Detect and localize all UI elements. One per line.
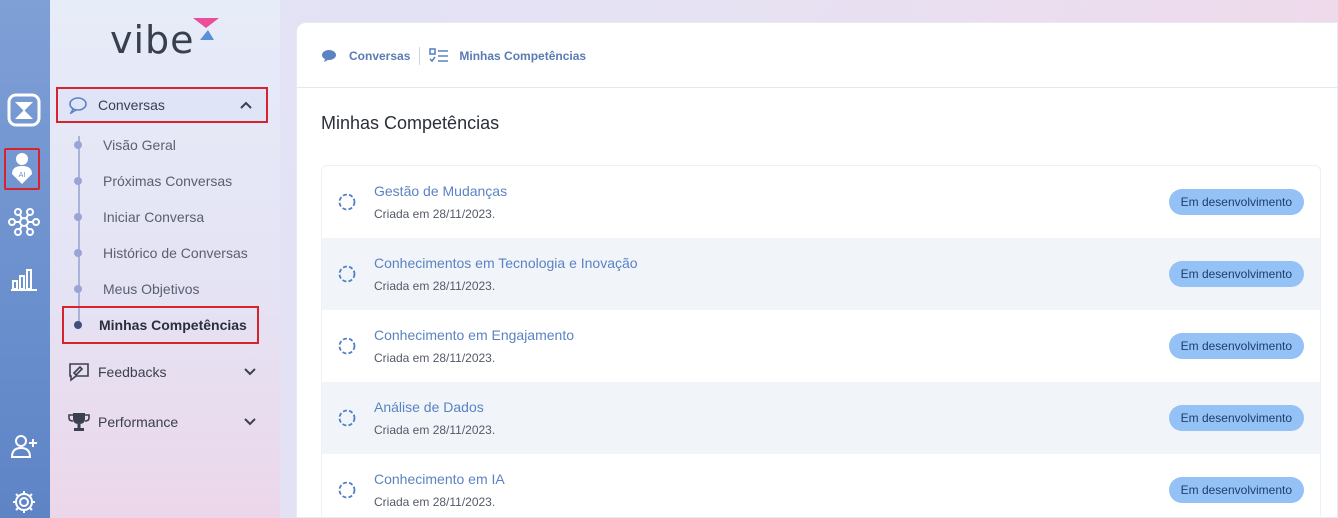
nav-group-feedbacks[interactable]: Feedbacks — [58, 354, 270, 390]
ai-profile-icon[interactable]: AI — [4, 148, 40, 190]
ai-badge-text: AI — [19, 171, 26, 179]
sidebar: vibe Conversas Visão Geral Próximas Conv… — [50, 0, 280, 518]
sidebar-item-meus-objetivos[interactable]: Meus Objetivos — [70, 274, 270, 304]
breadcrumb-label: Conversas — [349, 49, 411, 63]
competency-title[interactable]: Conhecimento em IA — [374, 471, 1169, 487]
nav-group-label: Feedbacks — [98, 364, 167, 380]
competency-date: Criada em 28/11/2023. — [374, 351, 496, 365]
competency-date: Criada em 28/11/2023. — [374, 423, 496, 437]
icon-rail: AI — [0, 0, 50, 518]
sidebar-item-label: Meus Objetivos — [103, 281, 200, 297]
competency-list: Gestão de Mudanças Criada em 28/11/2023.… — [321, 165, 1321, 518]
breadcrumb: Conversas Minhas Competências — [321, 45, 586, 67]
vibe-app-icon[interactable] — [6, 92, 42, 128]
network-icon[interactable] — [6, 204, 42, 240]
sidebar-item-label: Histórico de Conversas — [103, 245, 248, 261]
breadcrumb-minhas-competencias[interactable]: Minhas Competências — [429, 48, 586, 64]
competency-title[interactable]: Conhecimento em Engajamento — [374, 327, 1169, 343]
bullet-dot — [74, 141, 82, 149]
sidebar-item-proximas-conversas[interactable]: Próximas Conversas — [70, 166, 270, 196]
add-user-icon[interactable] — [6, 428, 42, 464]
gear-icon[interactable] — [6, 484, 42, 518]
page-title: Minhas Competências — [321, 113, 500, 133]
trophy-icon — [68, 412, 90, 432]
breadcrumb-separator — [419, 47, 421, 65]
sidebar-item-historico-conversas[interactable]: Histórico de Conversas — [70, 238, 270, 268]
nav-group-conversas[interactable]: Conversas — [56, 87, 268, 123]
nav-group-label: Performance — [98, 414, 179, 430]
in-progress-icon — [338, 337, 358, 355]
checklist-icon — [429, 48, 449, 63]
main-content: Conversas Minhas Competências Minhas Com… — [296, 22, 1338, 518]
chat-bubble-icon — [322, 50, 336, 62]
in-progress-icon — [338, 193, 358, 211]
nav-group-label: Conversas — [98, 97, 165, 113]
list-item[interactable]: Gestão de Mudanças Criada em 28/11/2023.… — [322, 166, 1320, 238]
status-badge: Em desenvolvimento — [1168, 189, 1304, 215]
breadcrumb-conversas[interactable]: Conversas — [321, 49, 410, 63]
status-badge: Em desenvolvimento — [1168, 261, 1304, 287]
sidebar-item-label: Minhas Competências — [99, 317, 247, 333]
in-progress-icon — [338, 409, 358, 427]
sidebar-item-label: Iniciar Conversa — [103, 209, 205, 225]
competency-title[interactable]: Conhecimentos em Tecnologia e Inovação — [374, 255, 1169, 271]
list-item[interactable]: Conhecimento em IA Criada em 28/11/2023.… — [322, 454, 1320, 518]
list-item[interactable]: Análise de Dados Criada em 28/11/2023. E… — [322, 382, 1320, 454]
bullet-dot — [74, 249, 82, 257]
sidebar-item-minhas-competencias[interactable]: Minhas Competências — [62, 306, 259, 344]
sidebar-item-label: Visão Geral — [103, 137, 176, 153]
vibe-logo: vibe — [110, 18, 230, 68]
chevron-down-icon[interactable] — [240, 417, 260, 427]
competency-date: Criada em 28/11/2023. — [374, 279, 496, 293]
bullet-dot — [74, 213, 82, 221]
header-divider — [297, 87, 1338, 88]
bullet-dot — [74, 285, 82, 293]
bullet-dot — [74, 321, 82, 329]
chat-bubble-icon — [68, 96, 90, 114]
status-badge: Em desenvolvimento — [1168, 477, 1304, 503]
list-item[interactable]: Conhecimento em Engajamento Criada em 28… — [322, 310, 1320, 382]
sidebar-item-label: Próximas Conversas — [103, 173, 233, 189]
feedback-icon — [68, 362, 90, 382]
status-badge: Em desenvolvimento — [1168, 333, 1304, 359]
competency-title[interactable]: Gestão de Mudanças — [374, 183, 1169, 199]
nav-group-performance[interactable]: Performance — [58, 404, 270, 440]
sidebar-item-iniciar-conversa[interactable]: Iniciar Conversa — [70, 202, 270, 232]
bar-chart-icon[interactable] — [6, 260, 42, 296]
list-item[interactable]: Conhecimentos em Tecnologia e Inovação C… — [322, 238, 1320, 310]
bullet-dot — [74, 177, 82, 185]
status-badge: Em desenvolvimento — [1168, 405, 1304, 431]
logo-text: vibe — [110, 18, 195, 62]
breadcrumb-label: Minhas Competências — [459, 49, 587, 63]
chevron-up-icon[interactable] — [236, 100, 256, 110]
in-progress-icon — [338, 265, 358, 283]
in-progress-icon — [338, 481, 358, 499]
competency-date: Criada em 28/11/2023. — [374, 495, 496, 509]
chevron-down-icon[interactable] — [240, 367, 260, 377]
competency-date: Criada em 28/11/2023. — [374, 207, 496, 221]
competency-title[interactable]: Análise de Dados — [374, 399, 1169, 415]
sidebar-item-visao-geral[interactable]: Visão Geral — [70, 130, 270, 160]
